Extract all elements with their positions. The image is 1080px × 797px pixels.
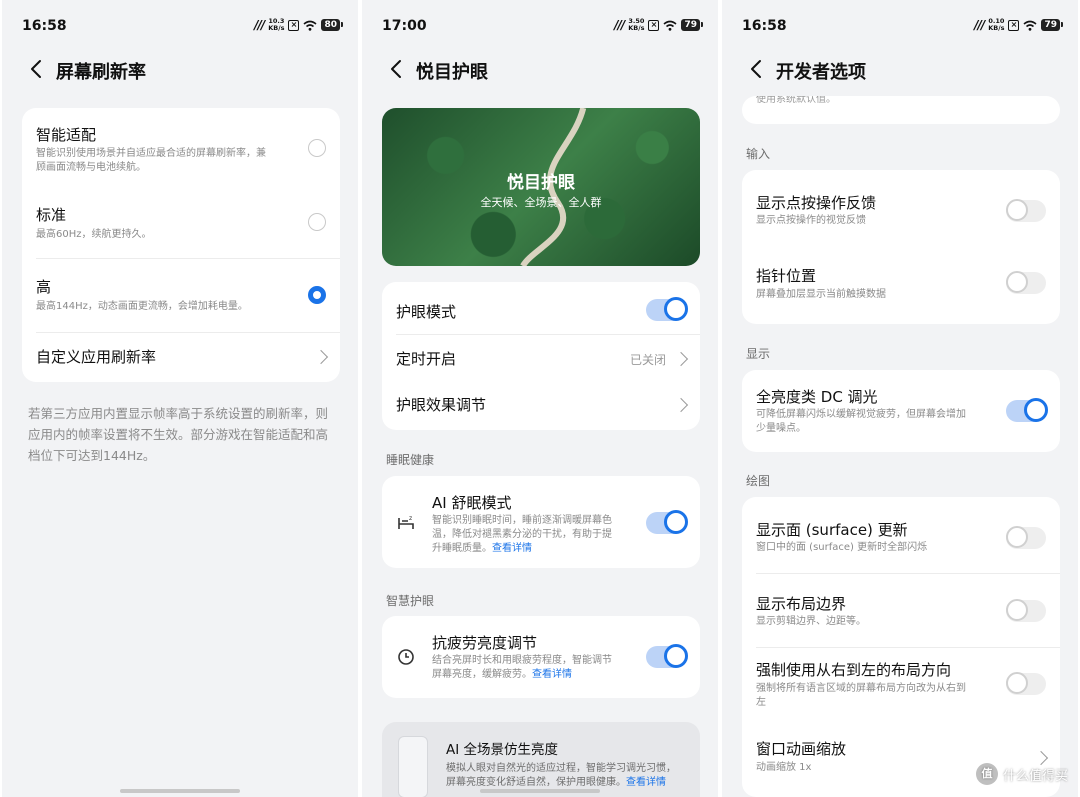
layout-bounds-toggle[interactable]	[1006, 599, 1046, 622]
anti-fatigue-toggle[interactable]	[646, 644, 688, 668]
hero-subtitle: 全天候、全场景、全人群	[480, 196, 602, 209]
rtl-layout-row[interactable]: 强制使用从右到左的布局方向 强制将所有语言区域的屏幕布局方向改为从右到左	[742, 647, 1060, 731]
surface-update-row[interactable]: 显示面 (surface) 更新 窗口中的面 (surface) 更新时全部闪烁	[742, 497, 1060, 573]
drawing-card: 显示面 (surface) 更新 窗口中的面 (surface) 更新时全部闪烁…	[742, 497, 1060, 797]
title-bar: 悦目护眼	[362, 52, 718, 88]
surface-update-toggle[interactable]	[1006, 526, 1046, 549]
ai-brightness-title: AI 全场景仿生亮度	[446, 742, 559, 758]
wifi-icon	[303, 20, 317, 31]
network-speed: 0.10 KB/s	[988, 17, 1005, 32]
battery-icon: 79	[1041, 19, 1063, 31]
eye-mode-row[interactable]: 护眼模式	[382, 282, 700, 334]
eye-comfort-screen: 17:00 /// 3.50 KB/s × 79 悦目护眼 悦目护眼 全天候、全场…	[362, 0, 718, 797]
section-input: 输入	[746, 147, 771, 161]
anti-fatigue-row[interactable]: 抗疲劳亮度调节 结合亮屏时长和用眼疲劳程度，智能调节 屏幕亮度，缓解疲劳。查看详情	[382, 616, 700, 698]
ai-sleep-row[interactable]: AI 舒眠模式 智能识别睡眠时间，睡前逐渐调暖屏幕色 温，降低对褪黑素分泌的干扰，…	[382, 476, 700, 568]
page-title: 屏幕刷新率	[56, 62, 146, 83]
page-title: 开发者选项	[776, 62, 866, 83]
home-indicator[interactable]	[120, 789, 240, 793]
page-title: 悦目护眼	[416, 62, 488, 83]
back-arrow-icon[interactable]	[386, 58, 408, 80]
eye-mode-toggle[interactable]	[646, 297, 688, 321]
option-standard[interactable]: 标准 最高60Hz，续航更持久。	[22, 184, 340, 256]
status-icons: /// 0.10 KB/s × 79	[974, 17, 1063, 32]
details-link[interactable]: 查看详情	[626, 777, 666, 788]
refresh-rate-card: 智能适配 智能识别使用场景并自适应最合适的屏幕刷新率，兼 顾画面流畅与电池续航。 …	[22, 108, 340, 382]
status-bar: 16:58 /// 10.3 KB/s × 80	[2, 0, 358, 50]
display-card: 全亮度类 DC 调光 可降低屏幕闪烁以缓解视觉疲劳，但屏幕会增加 少量噪点。	[742, 370, 1060, 452]
status-icons: /// 10.3 KB/s × 80	[254, 17, 343, 32]
tap-feedback-row[interactable]: 显示点按操作反馈 显示点按操作的视觉反馈	[742, 170, 1060, 247]
radio-button[interactable]	[308, 213, 326, 231]
sleep-card: z AI 舒眠模式 智能识别睡眠时间，睡前逐渐调暖屏幕色 温，降低对褪黑素分泌的干…	[382, 476, 700, 568]
hero-banner: 悦目护眼 全天候、全场景、全人群	[382, 108, 700, 266]
pointer-location-toggle[interactable]	[1006, 271, 1046, 294]
watermark-text: 什么值得买	[1002, 768, 1068, 784]
pointer-location-row[interactable]: 指针位置 屏幕叠加层显示当前触摸数据	[742, 247, 1060, 324]
refresh-rate-screen: 16:58 /// 10.3 KB/s × 80 屏幕刷新率 智能适配 智能识别使…	[2, 0, 358, 797]
dc-dimming-toggle[interactable]	[1006, 398, 1048, 422]
sim-off-icon: ×	[648, 19, 660, 31]
anti-fatigue-card: 抗疲劳亮度调节 结合亮屏时长和用眼疲劳程度，智能调节 屏幕亮度，缓解疲劳。查看详情	[382, 616, 700, 698]
back-arrow-icon[interactable]	[26, 58, 48, 80]
schedule-value: 已关闭	[629, 353, 666, 367]
ai-sleep-toggle[interactable]	[646, 510, 688, 534]
ai-brightness-card[interactable]: AI 全场景仿生亮度 模拟人眼对自然光的适应过程，智能学习调光习惯， 屏幕亮度变化…	[382, 722, 700, 797]
details-link[interactable]: 查看详情	[532, 669, 572, 680]
schedule-row[interactable]: 定时开启 已关闭	[382, 334, 700, 382]
hero-title: 悦目护眼	[507, 173, 575, 193]
section-display: 显示	[746, 347, 771, 361]
sim-off-icon: ×	[288, 19, 300, 31]
developer-options-screen: 16:58 /// 0.10 KB/s × 79 开发者选项 使用系统默认值。 输…	[722, 0, 1078, 797]
refresh-note: 若第三方应用内置显示帧率高于系统设置的刷新率，则 应用内的帧率设置将不生效。部分游…	[28, 406, 329, 463]
battery-icon: 80	[321, 19, 343, 31]
home-indicator[interactable]	[480, 789, 600, 793]
phone-illustration	[398, 736, 428, 797]
effect-row[interactable]: 护眼效果调节	[382, 382, 700, 430]
dc-dimming-row[interactable]: 全亮度类 DC 调光 可降低屏幕闪烁以缓解视觉疲劳，但屏幕会增加 少量噪点。	[742, 370, 1060, 452]
status-time: 16:58	[742, 18, 787, 34]
network-speed: 3.50 KB/s	[628, 17, 645, 32]
chevron-right-icon	[673, 351, 689, 367]
radio-button[interactable]	[308, 139, 326, 157]
status-bar: 17:00 /// 3.50 KB/s × 79	[362, 0, 718, 50]
watermark: 值 什么值得买	[975, 763, 1068, 785]
signal-icon: ///	[974, 18, 985, 32]
option-high[interactable]: 高 最高144Hz，动态画面更流畅，会增加耗电量。	[22, 258, 340, 332]
title-bar: 开发者选项	[722, 52, 1078, 88]
section-smart-eye: 智慧护眼	[386, 594, 435, 608]
chevron-right-icon	[673, 397, 689, 413]
eye-mode-card: 护眼模式 定时开启 已关闭 护眼效果调节	[382, 282, 700, 430]
status-time: 17:00	[382, 18, 427, 34]
status-bar: 16:58 /// 0.10 KB/s × 79	[722, 0, 1078, 50]
wifi-icon	[1023, 20, 1037, 31]
title-bar: 屏幕刷新率	[2, 52, 358, 88]
partial-text: 使用系统默认值。	[756, 96, 836, 105]
section-drawing: 绘图	[746, 474, 771, 488]
signal-icon: ///	[254, 18, 265, 32]
status-time: 16:58	[22, 18, 67, 34]
chevron-right-icon	[313, 349, 329, 365]
signal-icon: ///	[614, 18, 625, 32]
details-link[interactable]: 查看详情	[492, 543, 532, 554]
watermark-logo: 值	[975, 763, 998, 785]
radio-button-selected[interactable]	[308, 286, 326, 304]
option-smart-adapt[interactable]: 智能适配 智能识别使用场景并自适应最合适的屏幕刷新率，兼 顾画面流畅与电池续航。	[22, 108, 340, 184]
custom-app-refresh-row[interactable]: 自定义应用刷新率	[22, 332, 340, 382]
battery-icon: 79	[681, 19, 703, 31]
sim-off-icon: ×	[1008, 19, 1020, 31]
layout-bounds-row[interactable]: 显示布局边界 显示剪辑边界、边距等。	[742, 573, 1060, 647]
rtl-layout-toggle[interactable]	[1006, 672, 1046, 695]
status-icons: /// 3.50 KB/s × 79	[614, 17, 703, 32]
wifi-icon	[663, 20, 677, 31]
partial-card: 使用系统默认值。	[742, 96, 1060, 124]
input-card: 显示点按操作反馈 显示点按操作的视觉反馈 指针位置 屏幕叠加层显示当前触摸数据	[742, 170, 1060, 324]
network-speed: 10.3 KB/s	[268, 17, 285, 32]
back-arrow-icon[interactable]	[746, 58, 768, 80]
section-sleep: 睡眠健康	[386, 453, 435, 467]
tap-feedback-toggle[interactable]	[1006, 199, 1046, 222]
